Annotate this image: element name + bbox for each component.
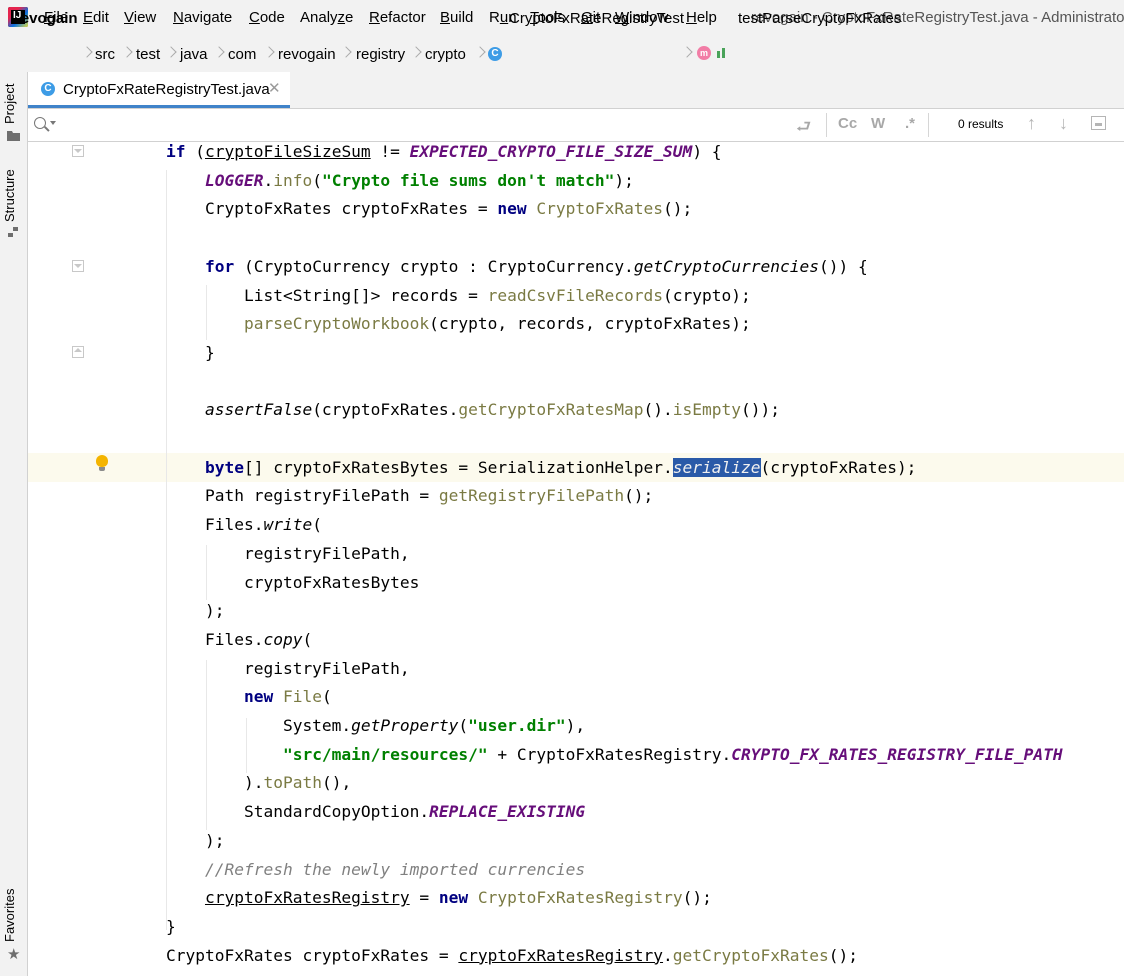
favorites-tool-tab[interactable]: Favorites	[2, 889, 17, 942]
code-line: //Refresh the newly imported currencies	[204, 859, 586, 879]
code-line: }	[166, 916, 176, 936]
code-line: );	[166, 601, 225, 621]
code-line: parseCryptoWorkbook(crypto, records, cry…	[243, 314, 751, 334]
code-line: Files.copy(	[166, 629, 313, 649]
code-line: Path registryFilePath = getRegistryFileP…	[166, 486, 654, 506]
breadcrumb-separator	[123, 44, 131, 60]
code-line: }	[166, 342, 215, 362]
breadcrumb-separator	[167, 44, 175, 60]
menu-edit[interactable]: Edit	[83, 9, 109, 26]
breadcrumb-class[interactable]: CryptoFxRateRegistryTest	[509, 10, 684, 27]
breadcrumb-separator	[215, 44, 223, 60]
test-run-icon	[717, 48, 725, 58]
code-line: registryFilePath,	[166, 658, 410, 678]
code-line: registryFilePath,	[166, 543, 410, 563]
tab-label: CryptoFxRateRegistryTest.java	[63, 81, 270, 98]
close-icon[interactable]: ✕	[268, 79, 281, 97]
breadcrumb-com[interactable]: com	[228, 46, 256, 63]
breadcrumb-test[interactable]: test	[136, 46, 160, 63]
code-line: byte[] cryptoFxRatesBytes = Serializatio…	[204, 457, 917, 477]
menu-refactor[interactable]: Refactor	[369, 9, 426, 26]
breadcrumb-project[interactable]: revogain	[15, 10, 78, 27]
breadcrumb-java[interactable]: java	[180, 46, 208, 63]
breadcrumb-separator	[412, 44, 420, 60]
code-line: );	[166, 830, 225, 850]
search-history-arrow-icon[interactable]	[50, 121, 56, 125]
code-line: CryptoFxRates cryptoFxRates = new Crypto…	[166, 199, 693, 219]
code-line: List<String[]> records = readCsvFileReco…	[166, 285, 751, 305]
breadcrumb-separator	[683, 44, 691, 60]
menu-code[interactable]: Code	[249, 9, 285, 26]
separator	[928, 113, 929, 137]
fold-marker-icon[interactable]	[72, 346, 84, 358]
menu-view[interactable]: View	[124, 9, 156, 26]
folder-icon	[7, 131, 20, 141]
fold-marker-icon[interactable]	[72, 145, 84, 157]
breadcrumb-revogain[interactable]: revogain	[278, 46, 336, 63]
previous-occurrence-icon[interactable]: ↑	[1027, 113, 1036, 134]
code-line: cryptoFxRatesRegistry = new CryptoFxRate…	[204, 888, 712, 908]
new-line-icon[interactable]: ⮐	[796, 114, 811, 143]
code-line: System.getProperty("user.dir"),	[166, 716, 586, 735]
lightbulb-icon[interactable]	[96, 455, 108, 471]
class-icon: C	[488, 47, 502, 61]
structure-tool-tab[interactable]: Structure	[2, 169, 17, 222]
code-line: new File(	[243, 687, 332, 707]
menu-help[interactable]: Help	[686, 9, 717, 26]
match-case-button[interactable]: Cc	[838, 115, 857, 132]
select-all-occurrences-icon[interactable]	[1091, 116, 1106, 130]
search-input[interactable]	[62, 113, 786, 137]
separator	[826, 113, 827, 137]
fold-marker-icon[interactable]	[72, 260, 84, 272]
words-button[interactable]: W	[871, 115, 885, 132]
star-icon: ★	[7, 946, 21, 963]
menu-build[interactable]: Build	[440, 9, 473, 26]
code-line: LOGGER.info("Crypto file sums don't matc…	[204, 170, 634, 190]
breadcrumb-separator	[476, 44, 484, 60]
code-line: Files.write(	[166, 515, 322, 535]
breadcrumb-crypto[interactable]: crypto	[425, 46, 466, 63]
breadcrumb-method[interactable]: testParseCryptoFxRates	[738, 10, 901, 27]
class-icon: C	[41, 82, 55, 96]
menu-navigate[interactable]: Navigate	[173, 9, 232, 26]
code-line: cryptoFxRatesBytes	[166, 572, 420, 592]
breadcrumb-separator	[265, 44, 273, 60]
regex-button[interactable]: .*	[905, 115, 915, 132]
breadcrumb-separator	[83, 44, 91, 60]
code-line: if (cryptoFileSizeSum != EXPECTED_CRYPTO…	[166, 142, 722, 161]
search-results-count: 0 results	[958, 117, 1004, 131]
code-line: "src/main/resources/" + CryptoFxRatesReg…	[282, 744, 1063, 764]
code-line: for (CryptoCurrency crypto : CryptoCurre…	[204, 256, 868, 276]
code-line: CryptoFxRates cryptoFxRates = cryptoFxRa…	[166, 945, 858, 965]
code-line: assertFalse(cryptoFxRates.getCryptoFxRat…	[204, 400, 781, 420]
project-tool-tab[interactable]: Project	[2, 84, 17, 124]
code-line: StandardCopyOption.REPLACE_EXISTING	[166, 802, 586, 822]
breadcrumb-src[interactable]: src	[95, 46, 115, 63]
structure-icon	[8, 227, 18, 237]
breadcrumb-registry[interactable]: registry	[356, 46, 405, 63]
next-occurrence-icon[interactable]: ↓	[1059, 113, 1068, 134]
menu-analyze[interactable]: Analyze	[300, 9, 353, 26]
breadcrumb-separator	[342, 44, 350, 60]
search-icon[interactable]	[34, 117, 46, 129]
code-line: ).toPath(),	[166, 773, 352, 793]
method-icon: m	[697, 46, 711, 60]
